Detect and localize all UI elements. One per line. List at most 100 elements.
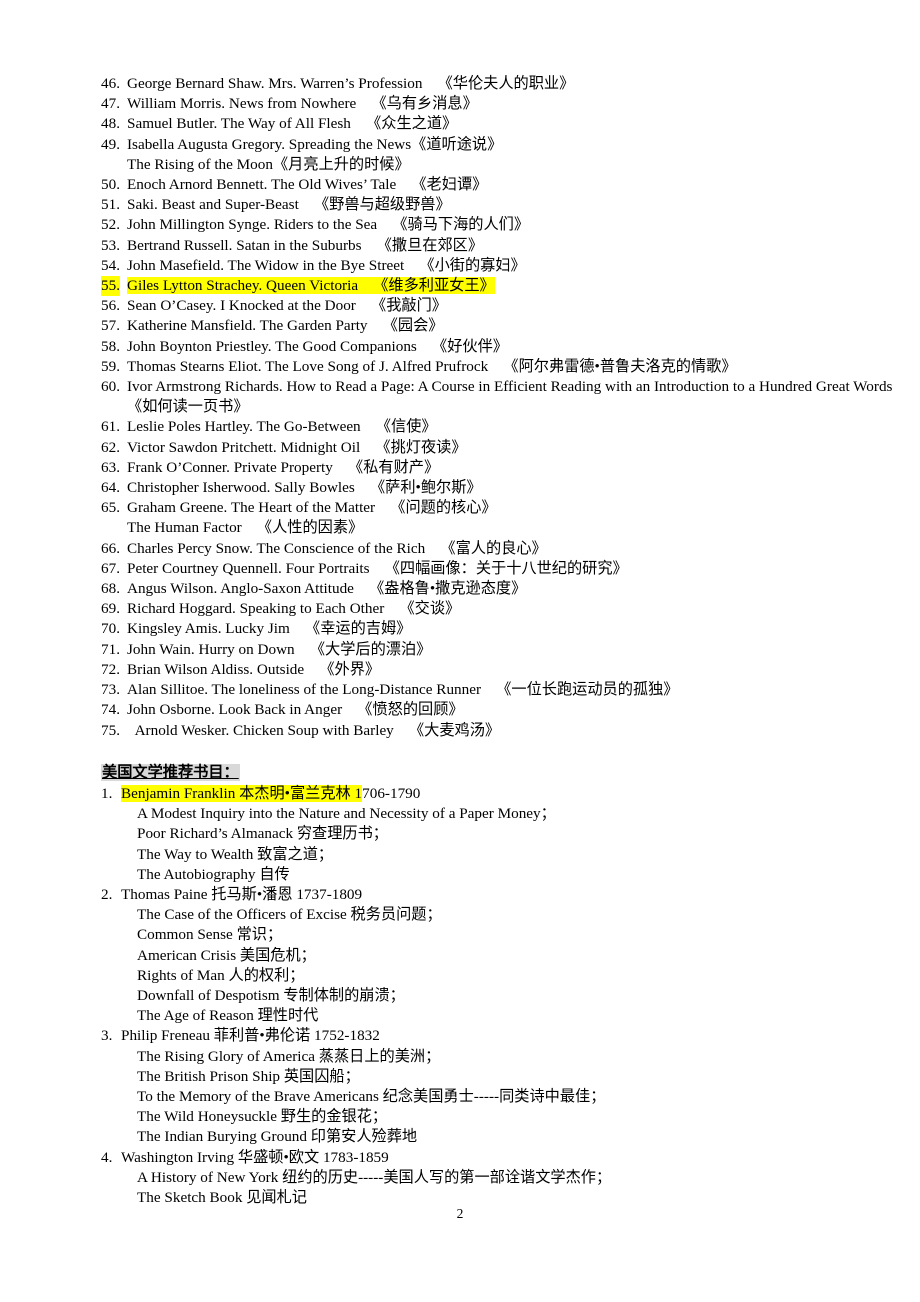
- book-entry: 70. Kingsley Amis. Lucky Jim 《幸运的吉姆》: [101, 619, 860, 639]
- work-title-line: A History of New York 纽约的历史-----美国人写的第一部…: [137, 1168, 612, 1186]
- american-section-heading: 美国文学推荐书目：: [101, 763, 860, 783]
- entry-number: 74.: [101, 701, 120, 719]
- author-name-line: Washington Irving 华盛顿•欧文 1783-1859: [121, 1148, 860, 1168]
- book-entry: 60. Ivor Armstrong Richards. How to Read …: [101, 377, 892, 417]
- entry-text: John Boynton Priestley. The Good Compani…: [127, 337, 508, 355]
- author-dates: 706-1790: [362, 784, 421, 802]
- american-section-heading-text: 美国文学推荐书目：: [101, 763, 240, 781]
- work-title-line: Common Sense 常识；: [137, 926, 283, 944]
- book-entry: 56. Sean O’Casey. I Knocked at the Door 《…: [101, 296, 860, 316]
- work-title-line: Rights of Man 人的权利；: [137, 966, 305, 984]
- book-entry: 59. Thomas Stearns Eliot. The Love Song o…: [101, 357, 860, 377]
- work-title-line: American Crisis 美国危机；: [137, 946, 316, 964]
- entry-text: Samuel Butler. The Way of All Flesh 《众生之…: [127, 115, 458, 133]
- entry-text: Graham Greene. The Heart of the Matter 《…: [127, 499, 497, 517]
- entry-title-line: John Osborne. Look Back in Anger 《愤怒的回顾》: [127, 700, 860, 720]
- work-title-line: The Rising Glory of America 蒸蒸日上的美洲；: [137, 1047, 441, 1065]
- author-entry: 3. Philip Freneau 菲利普•弗伦诺 1752-1832 The Ri…: [101, 1026, 860, 1147]
- book-entry: 64. Christopher Isherwood. Sally Bowles 《…: [101, 478, 860, 498]
- entry-text: The Human Factor 《人性的因素》: [127, 519, 364, 537]
- entry-title-line: Samuel Butler. The Way of All Flesh 《众生之…: [127, 114, 860, 134]
- entry-number: 51.: [101, 196, 120, 214]
- entry-text: Ivor Armstrong Richards. How to Read a P…: [127, 378, 893, 396]
- book-entry: 69. Richard Hoggard. Speaking to Each Oth…: [101, 599, 860, 619]
- entry-number: 58.: [101, 337, 120, 355]
- work-title-line: To the Memory of the Brave Americans 纪念美…: [137, 1087, 606, 1105]
- work-title-line: Downfall of Despotism 专制体制的崩溃；: [137, 986, 405, 1004]
- entry-text: Frank O’Conner. Private Property 《私有财产》: [127, 458, 440, 476]
- entry-text: John Masefield. The Widow in the Bye Str…: [127, 256, 526, 274]
- entry-number: 53.: [101, 236, 120, 254]
- entry-number: 2.: [101, 885, 113, 903]
- work-title-line: A Modest Inquiry into the Nature and Nec…: [137, 805, 556, 823]
- entry-text: Thomas Stearns Eliot. The Love Song of J…: [127, 357, 737, 375]
- book-entry: 53. Bertrand Russell. Satan in the Suburb…: [101, 236, 860, 256]
- entry-text: Brian Wilson Aldiss. Outside 《外界》: [127, 660, 381, 678]
- entry-number: 67.: [101, 559, 120, 577]
- document-page: 46. George Bernard Shaw. Mrs. Warren’s Pr…: [0, 0, 920, 1302]
- entry-number: 60.: [101, 378, 120, 396]
- entry-title-line: Richard Hoggard. Speaking to Each Other …: [127, 599, 860, 619]
- work-title-line: The Case of the Officers of Excise 税务员问题…: [137, 906, 442, 924]
- work-title-line: The Indian Burying Ground 印第安人殓葬地: [137, 1128, 418, 1146]
- author-entry: 1. Benjamin Franklin 本杰明•富兰克林 1706-1790 A …: [101, 784, 860, 885]
- entry-number: 1.: [101, 784, 113, 802]
- author-name-highlighted: Benjamin Franklin 本杰明•富兰克林 1: [121, 784, 363, 802]
- entry-number: 69.: [101, 600, 120, 618]
- british-literature-list: 46. George Bernard Shaw. Mrs. Warren’s Pr…: [101, 74, 892, 741]
- entry-number: 75.: [101, 721, 120, 739]
- book-entry: 71. John Wain. Hurry on Down 《大学后的漂泊》: [101, 640, 860, 660]
- entry-text: George Bernard Shaw. Mrs. Warren’s Profe…: [127, 75, 575, 92]
- entry-number: 71.: [101, 640, 120, 658]
- entry-number: 50.: [101, 176, 120, 194]
- entry-number: 57.: [101, 317, 120, 335]
- author-entry: 4. Washington Irving 华盛顿•欧文 1783-1859 A Hi…: [101, 1148, 860, 1209]
- book-entry: 75. Arnold Wesker. Chicken Soup with Bar…: [101, 721, 860, 741]
- entry-number: 73.: [101, 681, 120, 699]
- entry-text: Charles Percy Snow. The Conscience of th…: [127, 539, 547, 557]
- entry-title-line: George Bernard Shaw. Mrs. Warren’s Profe…: [127, 74, 860, 94]
- entry-title-line: Ivor Armstrong Richards. How to Read a P…: [127, 377, 892, 397]
- book-entry: 62. Victor Sawdon Pritchett. Midnight Oil…: [101, 438, 860, 458]
- author-name-line: Benjamin Franklin 本杰明•富兰克林 1706-1790: [121, 784, 860, 804]
- entry-title-line: Leslie Poles Hartley. The Go-Between 《信使…: [127, 417, 860, 437]
- entry-number: 70.: [101, 620, 120, 638]
- entry-text: Richard Hoggard. Speaking to Each Other …: [127, 600, 461, 618]
- entry-title-line: Frank O’Conner. Private Property 《私有财产》: [127, 458, 860, 478]
- book-entry: 67. Peter Courtney Quennell. Four Portrai…: [101, 559, 860, 579]
- entry-number: 72.: [101, 660, 120, 678]
- work-title-line: The British Prison Ship 英国囚船；: [137, 1067, 360, 1085]
- entry-title-line: John Millington Synge. Riders to the Sea…: [127, 215, 860, 235]
- entry-number: 3.: [101, 1027, 113, 1045]
- entry-text: Enoch Arnord Bennett. The Old Wives’ Tal…: [127, 176, 488, 194]
- entry-text: Arnold Wesker. Chicken Soup with Barley …: [127, 721, 501, 739]
- entry-title-line: Graham Greene. The Heart of the Matter 《…: [127, 498, 860, 518]
- book-entry: 55. Giles Lytton Strachey. Queen Victoria…: [101, 276, 860, 297]
- book-entry: 50. Enoch Arnord Bennett. The Old Wives’ …: [101, 175, 860, 195]
- entry-text: Sean O’Casey. I Knocked at the Door 《我敲门…: [127, 297, 447, 315]
- entry-title-line: Arnold Wesker. Chicken Soup with Barley …: [127, 721, 860, 741]
- entry-title-line: Peter Courtney Quennell. Four Portraits …: [127, 559, 860, 579]
- entry-text: Giles Lytton Strachey. Queen Victoria 《维…: [127, 277, 495, 295]
- entry-title-line: Christopher Isherwood. Sally Bowles 《萨利•…: [127, 478, 860, 498]
- entry-title-line: Kingsley Amis. Lucky Jim 《幸运的吉姆》: [127, 619, 860, 639]
- entry-text: John Millington Synge. Riders to the Sea…: [127, 216, 530, 234]
- entry-title-line: Enoch Arnord Bennett. The Old Wives’ Tal…: [127, 175, 860, 195]
- author-name-line: Thomas Paine 托马斯•潘恩 1737-1809: [121, 885, 860, 905]
- entry-text: Victor Sawdon Pritchett. Midnight Oil 《挑…: [127, 438, 467, 456]
- document-body: 46. George Bernard Shaw. Mrs. Warren’s Pr…: [101, 74, 892, 1209]
- entry-title-line: Charles Percy Snow. The Conscience of th…: [127, 539, 860, 559]
- entry-title-line: John Boynton Priestley. The Good Compani…: [127, 337, 860, 357]
- book-entry: 52. John Millington Synge. Riders to the …: [101, 215, 860, 235]
- author-entry: 2. Thomas Paine 托马斯•潘恩 1737-1809 The Case …: [101, 885, 860, 1026]
- entry-text: Bertrand Russell. Satan in the Suburbs 《…: [127, 236, 484, 254]
- entry-text: Peter Courtney Quennell. Four Portraits …: [127, 559, 628, 577]
- work-title-line: The Autobiography 自传: [137, 865, 290, 883]
- entry-title-line: Katherine Mansfield. The Garden Party 《园…: [127, 316, 860, 336]
- entry-text: Katherine Mansfield. The Garden Party 《园…: [127, 317, 444, 335]
- book-entry: 61. Leslie Poles Hartley. The Go-Between …: [101, 417, 860, 437]
- entry-title-line: Bertrand Russell. Satan in the Suburbs 《…: [127, 236, 860, 256]
- entry-title-line: Saki. Beast and Super-Beast 《野兽与超级野兽》: [127, 195, 860, 215]
- entry-title-line: John Masefield. The Widow in the Bye Str…: [127, 256, 860, 276]
- entry-number: 47.: [101, 95, 120, 113]
